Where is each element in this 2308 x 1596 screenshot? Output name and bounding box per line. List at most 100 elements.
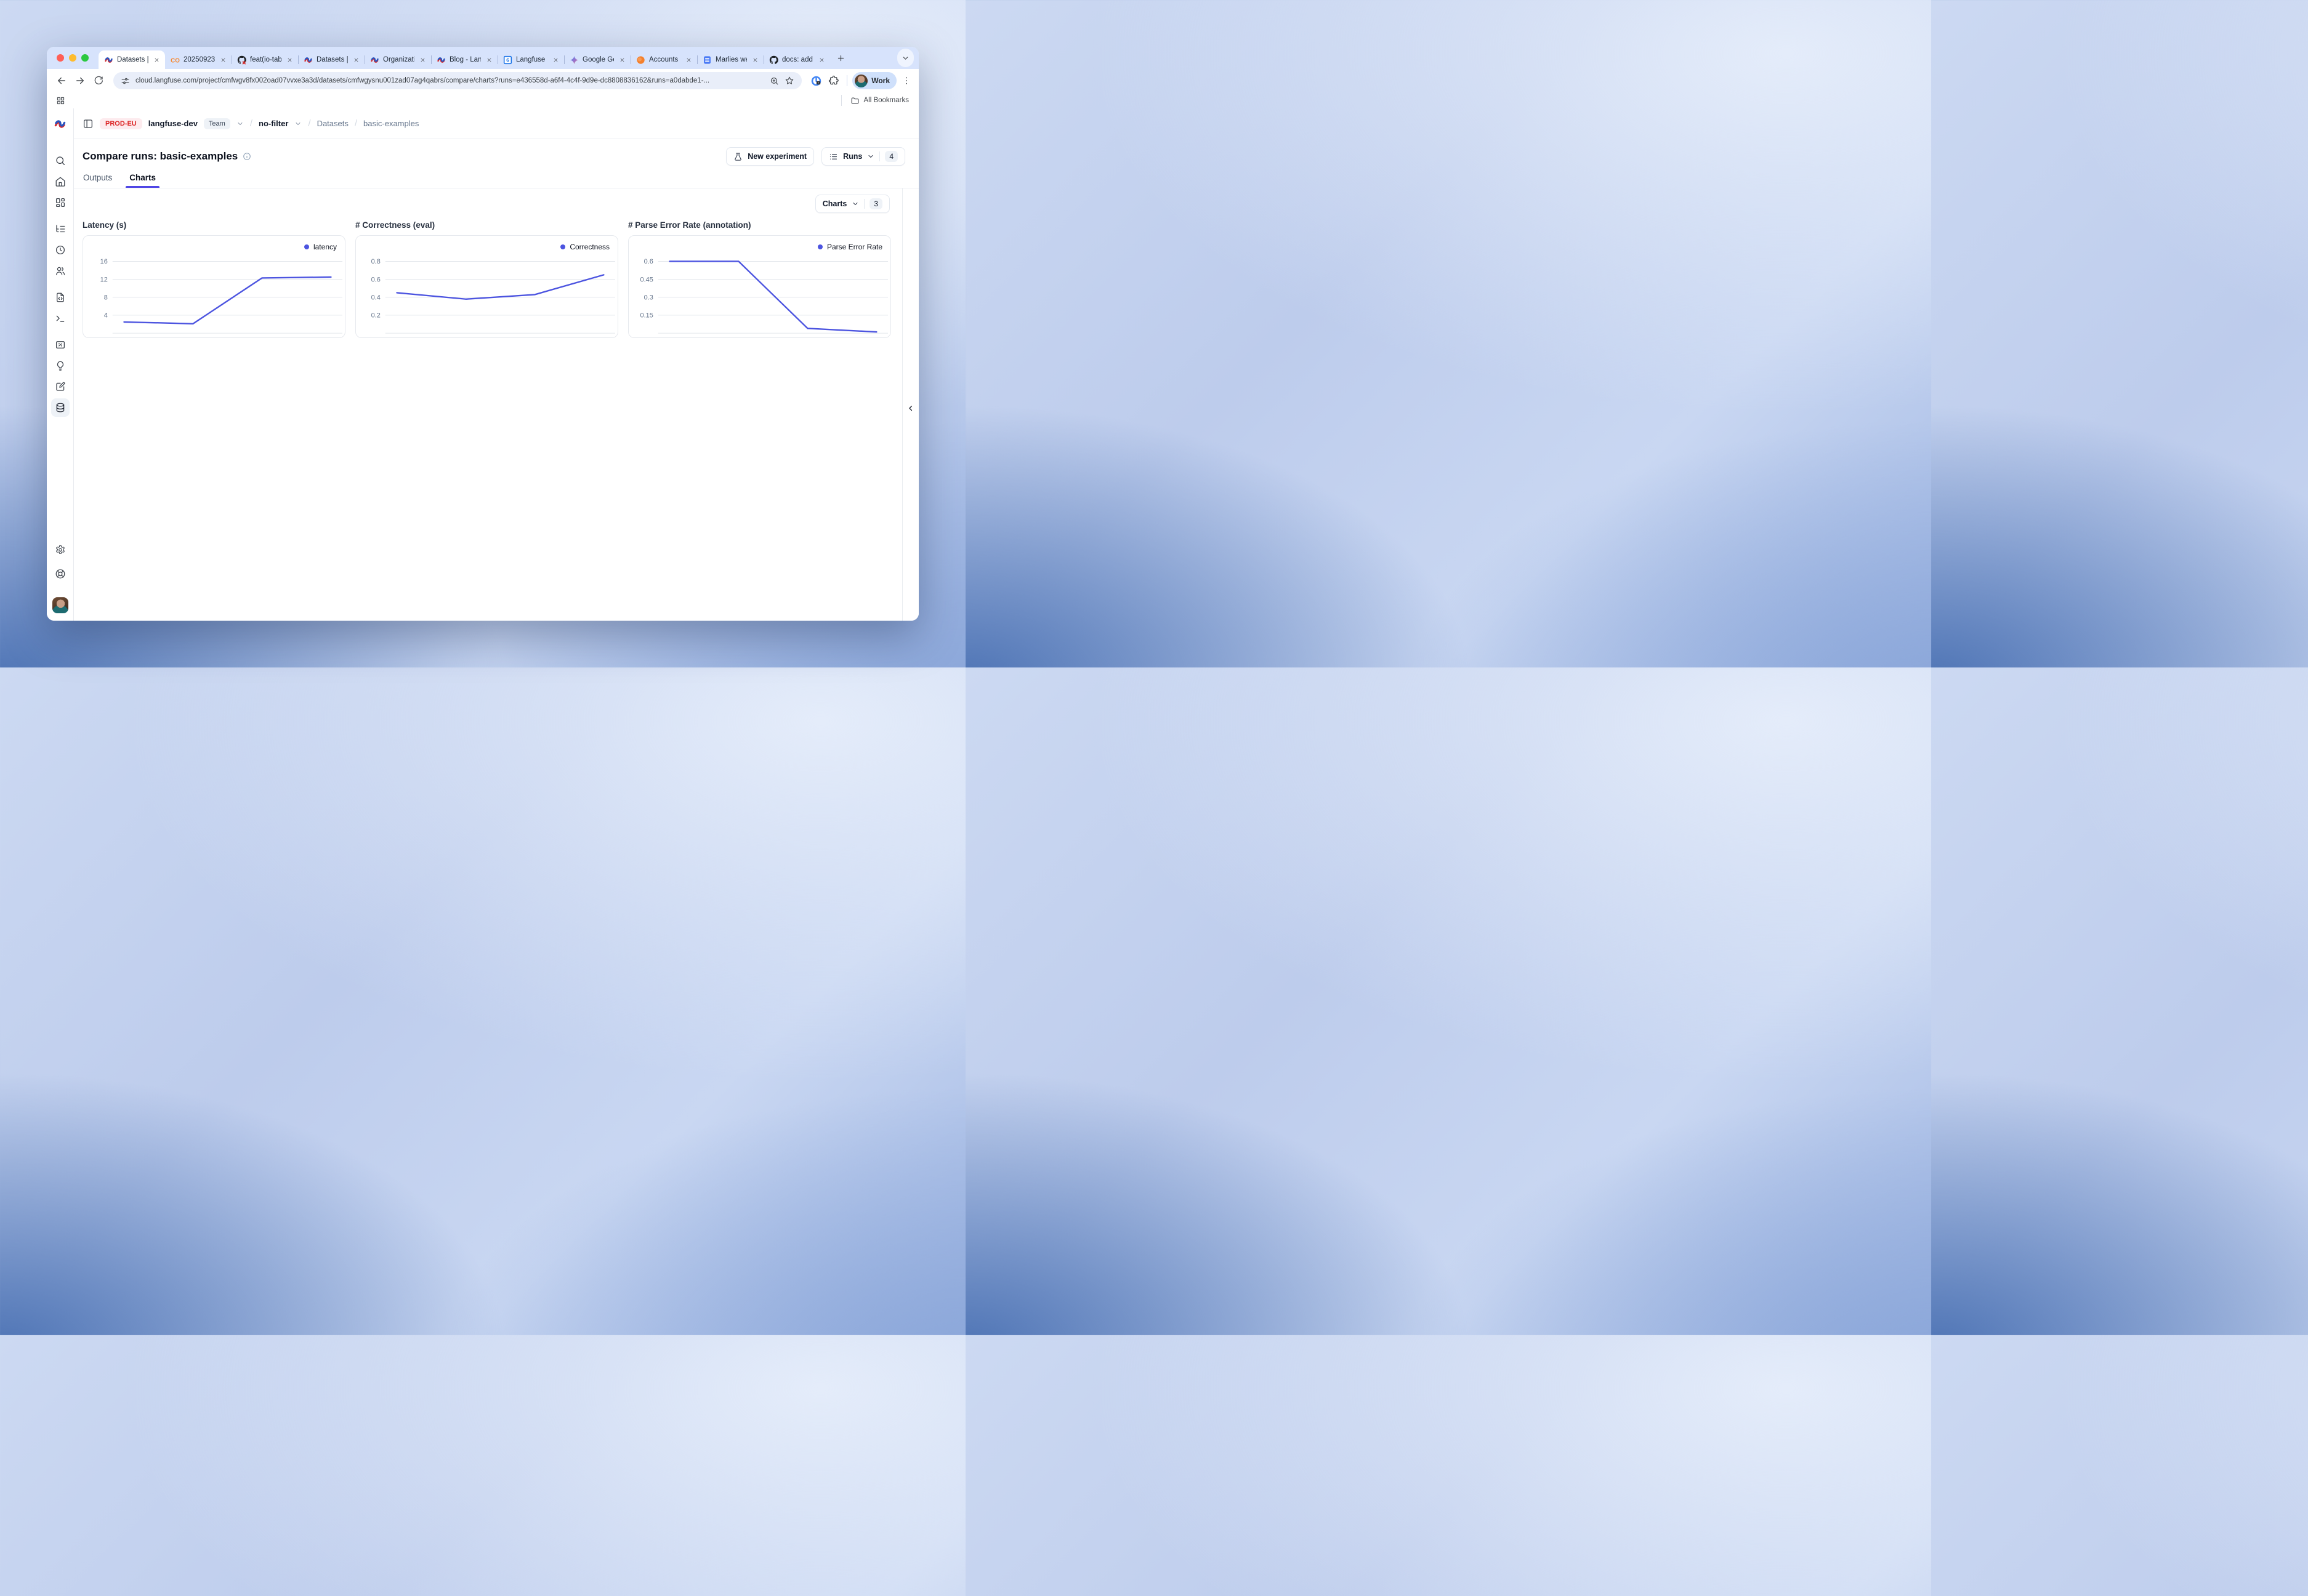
tab-title: Google Ge (583, 56, 614, 63)
app-main: PROD-EU langfuse-dev Team / no-filter / … (74, 108, 919, 621)
svg-text:0.45: 0.45 (640, 276, 653, 283)
sidebar-item-support[interactable] (51, 565, 70, 583)
tab-charts[interactable]: Charts (129, 170, 156, 188)
svg-text:0.8: 0.8 (371, 258, 381, 265)
project-name[interactable]: no-filter (259, 119, 288, 128)
org-chevron-down-icon[interactable] (236, 120, 244, 127)
sidebar-item-home[interactable] (51, 172, 70, 191)
runs-dropdown-button[interactable]: Runs 4 (821, 147, 905, 166)
sidebar-item-sessions[interactable] (51, 241, 70, 259)
browser-tab-4[interactable]: Organizatio (365, 50, 431, 69)
tab-outputs[interactable]: Outputs (83, 170, 113, 188)
search-icon (55, 155, 66, 166)
address-bar[interactable]: cloud.langfuse.com/project/cmfwgv8fx002o… (113, 72, 802, 89)
legend-dot-icon (560, 244, 565, 249)
sidebar-item-tracing[interactable] (51, 220, 70, 238)
sidebar-toggle-icon[interactable] (83, 118, 94, 129)
bookmark-star-icon[interactable] (785, 76, 794, 86)
sidebar-item-dashboards[interactable] (51, 193, 70, 212)
sidebar-item-annotation[interactable] (51, 377, 70, 396)
svg-text:0.3: 0.3 (644, 294, 653, 302)
tab-title: Accounts | (649, 56, 680, 63)
tab-close-icon[interactable] (285, 55, 294, 64)
new-experiment-button[interactable]: New experiment (726, 147, 814, 166)
runs-count-badge: 4 (885, 151, 898, 162)
forward-button[interactable] (71, 72, 89, 89)
langfuse-logo[interactable] (54, 108, 67, 139)
sidebar-item-search[interactable] (51, 151, 70, 170)
browser-tabs: Datasets | LCO20250923feat(io-tabDataset… (99, 50, 830, 69)
breadcrumb-dataset-name[interactable]: basic-examples (363, 119, 419, 128)
chart-block-0: Latency (s)481216latency (83, 220, 345, 338)
browser-tab-0[interactable]: Datasets | L (99, 50, 165, 69)
browser-tab-3[interactable]: Datasets | L (298, 50, 365, 69)
sidebar-item-llm-judge[interactable] (51, 357, 70, 375)
password-manager-extension-icon[interactable] (810, 75, 822, 87)
list-blue-favicon-icon (703, 55, 712, 65)
back-button[interactable] (53, 72, 70, 89)
close-window-button[interactable] (57, 54, 64, 62)
tab-title: Datasets | L (117, 56, 148, 63)
browser-toolbar: cloud.langfuse.com/project/cmfwgv8fx002o… (47, 69, 919, 92)
browser-tab-5[interactable]: Blog - Lang (431, 50, 498, 69)
tab-close-icon[interactable] (551, 55, 560, 64)
langfuse-favicon-icon (370, 55, 379, 65)
tab-close-icon[interactable] (485, 55, 493, 64)
browser-menu-button[interactable] (902, 76, 911, 86)
site-settings-icon[interactable] (121, 76, 130, 86)
tab-close-icon[interactable] (152, 55, 161, 64)
browser-tab-2[interactable]: feat(io-tab (232, 50, 298, 69)
list-icon (829, 152, 838, 161)
extensions-puzzle-icon[interactable] (828, 75, 839, 86)
url-text[interactable]: cloud.langfuse.com/project/cmfwgv8fx002o… (135, 77, 764, 84)
folder-icon (850, 96, 860, 105)
breadcrumb-datasets-link[interactable]: Datasets (317, 119, 349, 128)
browser-tab-6[interactable]: 6Langfuse - (498, 50, 564, 69)
sidebar-item-settings[interactable] (51, 541, 70, 559)
legend-label: latency (313, 243, 337, 251)
tab-close-icon[interactable] (352, 55, 360, 64)
charts-dropdown-button[interactable]: Charts 3 (815, 195, 890, 213)
github-x-favicon-icon (237, 55, 246, 65)
tab-close-icon[interactable] (751, 55, 759, 64)
zoom-window-button[interactable] (81, 54, 89, 62)
users-icon (55, 265, 66, 276)
user-avatar[interactable] (52, 597, 68, 613)
browser-tab-10[interactable]: docs: add (764, 50, 830, 69)
sidebar-item-playground[interactable] (51, 309, 70, 328)
tab-close-icon[interactable] (219, 55, 227, 64)
tab-close-icon[interactable] (817, 55, 826, 64)
github-favicon-icon (769, 55, 778, 65)
tab-close-icon[interactable] (618, 55, 626, 64)
browser-tab-7[interactable]: Google Ge (564, 50, 631, 69)
sidebar-item-datasets[interactable] (51, 398, 70, 417)
reload-button[interactable] (90, 72, 107, 89)
datasets-icon (55, 402, 66, 413)
tab-search-button[interactable] (897, 49, 914, 67)
breadcrumb: PROD-EU langfuse-dev Team / no-filter / … (74, 108, 919, 139)
tab-close-icon[interactable] (418, 55, 427, 64)
chart-title: # Parse Error Rate (annotation) (628, 220, 891, 230)
sidebar-item-evaluation[interactable] (51, 336, 70, 354)
minimize-window-button[interactable] (69, 54, 76, 62)
zoom-page-icon[interactable] (770, 76, 779, 86)
svg-text:16: 16 (100, 258, 108, 265)
browser-tab-9[interactable]: Marlies we (697, 50, 764, 69)
sidebar-item-users[interactable] (51, 262, 70, 280)
collapse-chevron-left-icon[interactable] (906, 196, 915, 621)
browser-tab-1[interactable]: CO20250923 (165, 50, 232, 69)
page-tabs: Outputs Charts (74, 169, 919, 188)
project-chevron-down-icon[interactable] (294, 120, 302, 127)
sidebar-item-prompts[interactable] (51, 288, 70, 307)
new-tab-button[interactable] (833, 50, 849, 66)
legend-dot-icon (818, 244, 823, 249)
browser-tab-8[interactable]: Accounts | (631, 50, 697, 69)
all-bookmarks-button[interactable]: All Bookmarks (841, 95, 910, 106)
tab-close-icon[interactable] (684, 55, 693, 64)
info-icon[interactable] (243, 152, 251, 161)
chart-block-1: # Correctness (eval)0.20.40.60.8Correctn… (355, 220, 618, 338)
co-orange-favicon-icon: CO (171, 55, 180, 65)
org-name[interactable]: langfuse-dev (148, 119, 198, 128)
browser-profile-button[interactable]: Work (852, 72, 897, 89)
apps-grid-icon[interactable] (53, 93, 68, 108)
